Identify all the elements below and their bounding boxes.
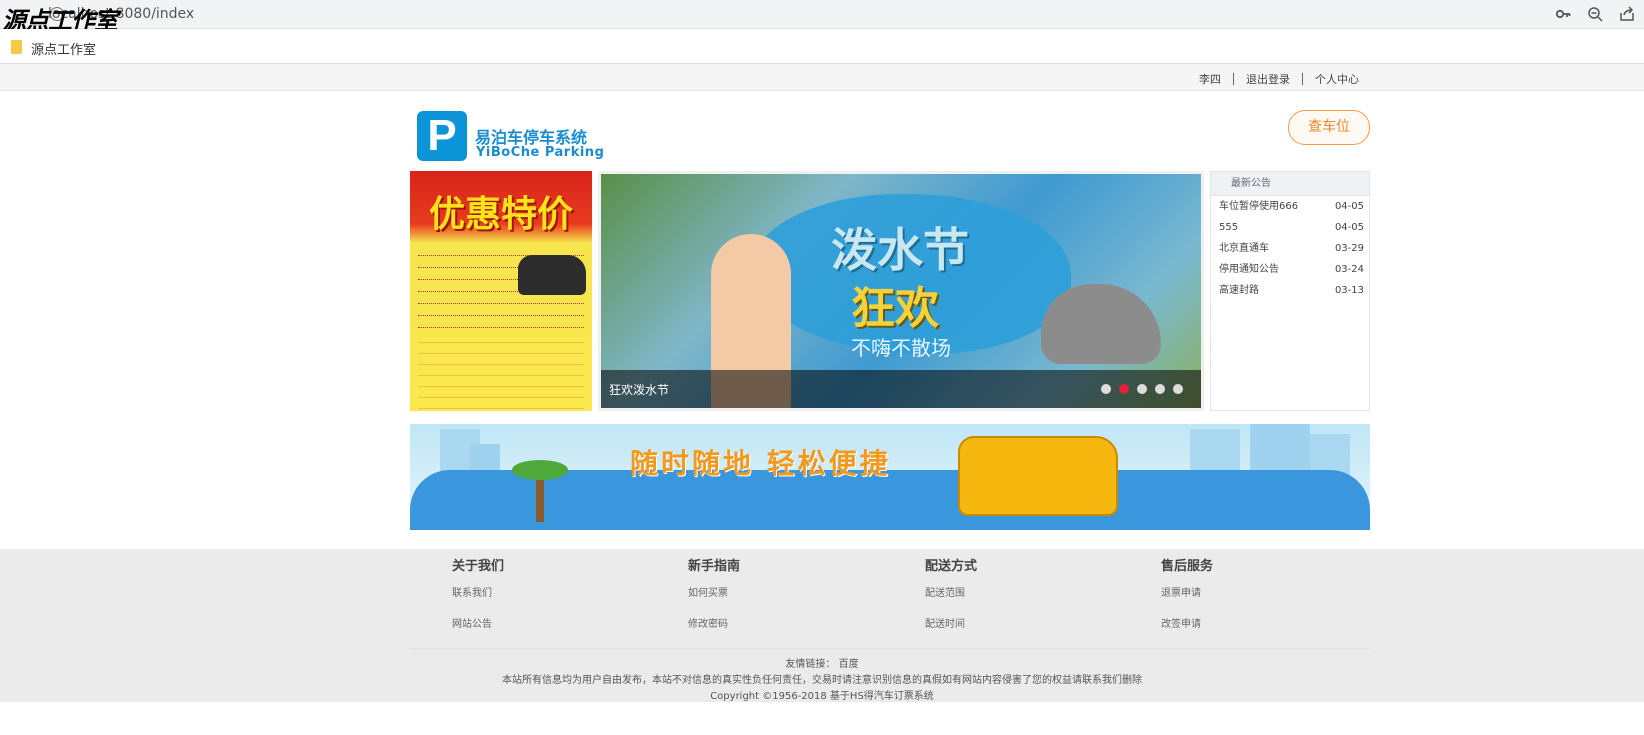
- friend-links: 友情链接： 百度: [0, 655, 1644, 670]
- banner-slogan: 随时随地 轻松便捷: [630, 447, 891, 480]
- notice-date: 03-24: [1334, 264, 1364, 275]
- notice-title[interactable]: 555: [1219, 217, 1238, 238]
- friend-links-label: 友情链接：: [785, 659, 836, 670]
- notice-title[interactable]: 高速封路: [1219, 280, 1259, 301]
- footer-link[interactable]: 配送时间: [925, 615, 1145, 630]
- notice-item[interactable]: 高速封路 03-13: [1211, 280, 1369, 301]
- image-carousel[interactable]: 泼水节 狂欢 不嗨不散场 狂欢泼水节: [598, 171, 1204, 411]
- logo-subtitle: YiBoChe Parking: [476, 145, 605, 160]
- notice-title[interactable]: 车位暂停使用666: [1219, 196, 1298, 217]
- footer-link[interactable]: 联系我们: [452, 584, 672, 599]
- carousel-headline: 泼水节: [831, 223, 969, 277]
- carousel-headline-2: 狂欢: [851, 283, 939, 334]
- notice-date: 03-13: [1334, 285, 1364, 296]
- carousel-dot[interactable]: [1101, 384, 1111, 394]
- profile-link[interactable]: 个人中心: [1315, 71, 1359, 87]
- zoom-icon[interactable]: [1586, 4, 1604, 24]
- footer-column-title: 售后服务: [1161, 559, 1214, 574]
- notice-date: 04-05: [1334, 222, 1364, 233]
- find-parking-button[interactable]: 查车位: [1288, 110, 1370, 145]
- promo-poster[interactable]: 优惠特价: [410, 171, 592, 411]
- notice-panel: 最新公告 车位暂停使用666 04-05 555 04-05 北京直通车 03-…: [1210, 171, 1370, 411]
- key-icon[interactable]: [1554, 4, 1572, 24]
- bookmark-item[interactable]: 源点工作室: [31, 39, 96, 58]
- site-topbar: 李四 退出登录 个人中心: [0, 64, 1644, 91]
- bookmarks-bar: 源点工作室: [0, 29, 1644, 64]
- notice-item[interactable]: 北京直通车 03-29: [1211, 238, 1369, 259]
- notice-title[interactable]: 停用通知公告: [1219, 259, 1279, 280]
- poster-title: 优惠特价: [428, 193, 573, 235]
- footer-link[interactable]: 网站公告: [452, 615, 672, 630]
- footer-divider: [410, 648, 1370, 649]
- notice-title[interactable]: 北京直通车: [1219, 238, 1269, 259]
- carousel-dot[interactable]: [1155, 384, 1165, 394]
- footer-column: 售后服务 退票申请 改签申请: [1161, 555, 1381, 646]
- footer-column-title: 新手指南: [688, 559, 741, 574]
- browser-address-bar: localhost:8080/index 源点工作室: [0, 0, 1644, 35]
- carousel-dot[interactable]: [1173, 384, 1183, 394]
- carousel-dot[interactable]: [1137, 384, 1147, 394]
- notice-date: 03-29: [1334, 243, 1364, 254]
- friend-link[interactable]: 百度: [839, 659, 859, 670]
- carousel-caption-bar: 狂欢泼水节: [601, 370, 1201, 408]
- separator: [1233, 73, 1234, 85]
- carousel-dot-active[interactable]: [1119, 384, 1129, 394]
- footer-link[interactable]: 配送范围: [925, 584, 1145, 599]
- logo-icon[interactable]: P: [417, 111, 467, 161]
- notice-item[interactable]: 停用通知公告 03-24: [1211, 259, 1369, 280]
- notice-header: 最新公告: [1211, 172, 1369, 196]
- footer-link[interactable]: 退票申请: [1161, 584, 1381, 599]
- poster-price-table: [418, 333, 584, 410]
- promo-banner[interactable]: 随时随地 轻松便捷: [410, 424, 1370, 530]
- disclaimer: 本站所有信息均为用户自由发布，本站不对信息的真实性负任何责任，交易时请注意识别信…: [502, 675, 1142, 686]
- carousel-dots: [1101, 384, 1183, 394]
- folder-icon: [11, 40, 22, 54]
- footer-column: 新手指南 如何买票 修改密码: [688, 555, 908, 646]
- footer-link[interactable]: 如何买票: [688, 584, 908, 599]
- elephant-illustration: [1041, 284, 1161, 364]
- footer-column-title: 配送方式: [925, 559, 978, 574]
- carousel-tagline: 不嗨不散场: [851, 336, 951, 360]
- browser-actions: [1554, 4, 1636, 24]
- user-name-link[interactable]: 李四: [1199, 71, 1221, 87]
- carousel-caption[interactable]: 狂欢泼水节: [609, 381, 669, 398]
- logout-link[interactable]: 退出登录: [1246, 71, 1290, 87]
- footer-column-title: 关于我们: [452, 559, 505, 574]
- footer-link[interactable]: 改签申请: [1161, 615, 1381, 630]
- notice-item[interactable]: 555 04-05: [1211, 217, 1369, 238]
- car-image: [518, 255, 586, 295]
- site-footer: 关于我们 联系我们 网站公告 新手指南 如何买票 修改密码 配送方式 配送范围 …: [0, 549, 1644, 702]
- separator: [1302, 73, 1303, 85]
- bus-illustration: [958, 436, 1118, 516]
- share-icon[interactable]: [1618, 4, 1636, 24]
- notice-date: 04-05: [1334, 201, 1364, 212]
- footer-column: 配送方式 配送范围 配送时间: [925, 555, 1145, 646]
- footer-link[interactable]: 修改密码: [688, 615, 908, 630]
- copyright: Copyright ©1956-2018 基于HS得汽车订票系统: [710, 691, 934, 702]
- footer-column: 关于我们 联系我们 网站公告: [452, 555, 672, 646]
- notice-item[interactable]: 车位暂停使用666 04-05: [1211, 196, 1369, 217]
- palm-tree-icon: [512, 460, 568, 522]
